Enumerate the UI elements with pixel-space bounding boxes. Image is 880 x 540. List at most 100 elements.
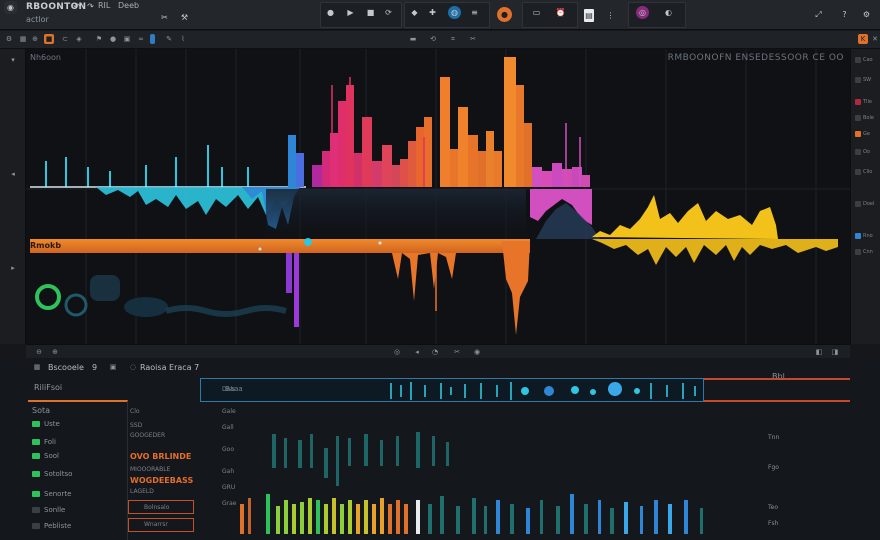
flag-icon[interactable]: ⚑ bbox=[94, 34, 104, 44]
lock-icon[interactable]: ▣ bbox=[122, 34, 132, 44]
redo-icon[interactable]: ↷ bbox=[84, 0, 97, 13]
menu-item-deeb[interactable]: Deeb bbox=[118, 1, 139, 10]
rp-swatch bbox=[855, 168, 861, 175]
gear-icon[interactable]: ⚙ bbox=[4, 34, 14, 44]
param-3[interactable]: OVO BRLINDE bbox=[130, 452, 191, 461]
expand-icon[interactable]: ⤢ bbox=[812, 8, 825, 21]
collapse-icon[interactable]: ▾ bbox=[8, 55, 18, 65]
rewind-icon[interactable]: ◎ bbox=[392, 347, 402, 357]
help-icon[interactable]: ? bbox=[838, 8, 851, 21]
param-column: Clo SSD GOOGEDER OVO BRLINDE MIOOORABLE … bbox=[128, 400, 198, 540]
rp-item-6[interactable]: Cllo bbox=[855, 167, 877, 176]
track-arrow-icon[interactable]: ▸ bbox=[8, 263, 18, 273]
globe-icon[interactable]: ◍ bbox=[448, 6, 461, 19]
green-ring[interactable] bbox=[35, 284, 61, 310]
rp-item-8[interactable]: Rno bbox=[855, 231, 877, 240]
preset-icon[interactable]: ◌ bbox=[128, 362, 138, 372]
cursor-icon[interactable]: ✚ bbox=[426, 6, 439, 19]
waveform-view[interactable]: Nh6oon RMBOONOFN ENSEDESSOOR CE OO Rmokb bbox=[26, 49, 850, 344]
clip-label: Rmokb bbox=[30, 241, 62, 250]
document-icon[interactable]: ▤ bbox=[584, 9, 594, 22]
alarm-icon[interactable]: ⏰ bbox=[554, 6, 567, 19]
rp-swatch bbox=[855, 148, 861, 155]
menu-item-ril[interactable]: RIL bbox=[98, 1, 110, 10]
tree-item-6[interactable]: Pebliste bbox=[32, 522, 71, 530]
mixer-icon[interactable]: ≡ bbox=[468, 6, 481, 19]
cut-icon[interactable]: ✂ bbox=[468, 34, 478, 44]
loop-icon[interactable]: ⟳ bbox=[382, 6, 395, 19]
forward-icon[interactable]: ◉ bbox=[472, 347, 482, 357]
track-select-icon[interactable]: ▣ bbox=[108, 362, 118, 372]
tree-item-2[interactable]: Sool bbox=[32, 452, 59, 460]
play-icon[interactable]: ▶ bbox=[344, 6, 357, 19]
mixer-header-label[interactable]: Bscooele bbox=[48, 363, 84, 372]
record-icon[interactable]: ● bbox=[324, 6, 337, 19]
rp-swatch bbox=[855, 56, 861, 63]
rp-item-9[interactable]: Cnn bbox=[855, 247, 877, 256]
tree-item-1[interactable]: Foli bbox=[32, 438, 56, 446]
rp-item-0[interactable]: Cao bbox=[855, 55, 877, 64]
rp-item-5[interactable]: Oo bbox=[855, 147, 877, 156]
zoom-icon[interactable]: ⊕ bbox=[30, 34, 40, 44]
cyan-marker[interactable] bbox=[304, 238, 312, 246]
accent-orange-icon[interactable]: K bbox=[858, 34, 868, 44]
track-icon[interactable]: ◂ bbox=[8, 169, 18, 179]
settings-icon[interactable]: ⚙ bbox=[860, 8, 873, 21]
pencil-icon[interactable]: ✎ bbox=[164, 34, 174, 44]
grid-icon[interactable]: ▦ bbox=[18, 34, 28, 44]
pin-icon[interactable]: ● bbox=[108, 34, 118, 44]
zoom-in-icon[interactable]: ⊕ bbox=[50, 347, 60, 357]
tree-item-3[interactable]: Sotoltso bbox=[32, 470, 72, 478]
preset-name[interactable]: Raoisa Eraca 7 bbox=[140, 363, 199, 372]
magnet-icon[interactable]: ⊂ bbox=[60, 34, 70, 44]
loop-region-icon[interactable]: ⟲ bbox=[428, 34, 438, 44]
app-logo-icon[interactable]: ◉ bbox=[4, 1, 17, 14]
rp-item-4[interactable]: Ge bbox=[855, 129, 877, 138]
rp-item-2[interactable]: Tlle bbox=[855, 97, 877, 106]
tag-icon[interactable]: ⌗ bbox=[448, 34, 458, 44]
brush-icon[interactable]: ⌇ bbox=[178, 34, 188, 44]
plugin-icon[interactable]: ◎ bbox=[636, 6, 649, 19]
close-icon[interactable]: ✕ bbox=[870, 34, 880, 44]
metronome-icon[interactable]: ◆ bbox=[408, 6, 421, 19]
back-icon[interactable]: ◂ bbox=[412, 347, 422, 357]
zoom-out-icon[interactable]: ⊖ bbox=[34, 347, 44, 357]
tree-item-5[interactable]: Sonlle bbox=[32, 506, 65, 514]
record-arm-icon[interactable]: ● bbox=[497, 7, 512, 22]
monitor-icon[interactable]: ▭ bbox=[530, 6, 543, 19]
rp-swatch bbox=[855, 98, 861, 105]
marker-left-icon[interactable]: ◧ bbox=[814, 347, 824, 357]
val-4: Gah bbox=[222, 468, 235, 475]
level-icon[interactable] bbox=[150, 34, 155, 44]
undo-icon[interactable]: ↶ bbox=[70, 0, 83, 13]
val-0: Dnls bbox=[222, 386, 236, 393]
marker-icon[interactable]: ◈ bbox=[74, 34, 84, 44]
tree-swatch bbox=[32, 523, 40, 529]
mixer-panel: ▦ Bscooele 9 ▣ ◌ Raoisa Eraca 7 RiliFsoi… bbox=[0, 358, 880, 540]
rp-item-3[interactable]: Bole bbox=[855, 113, 877, 122]
param-5[interactable]: WOGDEEBASS bbox=[130, 476, 193, 485]
param-7: Bolnsalo bbox=[144, 504, 170, 511]
scissors-icon[interactable]: ✂ bbox=[452, 347, 462, 357]
yellow-lower bbox=[592, 239, 838, 265]
snap-active-icon[interactable]: ■ bbox=[44, 34, 54, 44]
rp-item-7[interactable]: Doel bbox=[855, 199, 877, 208]
knob-icon[interactable]: ◐ bbox=[662, 6, 675, 19]
val-3: Goo bbox=[222, 446, 234, 453]
play-icon[interactable]: ◔ bbox=[430, 347, 440, 357]
link-icon[interactable]: ∞ bbox=[136, 34, 146, 44]
panel-icon[interactable]: ▦ bbox=[32, 362, 42, 372]
wrench-icon[interactable]: ⚒ bbox=[178, 11, 191, 24]
marker-right-icon[interactable]: ◨ bbox=[830, 347, 840, 357]
tools-icon[interactable]: ✂ bbox=[158, 11, 171, 24]
tree-item-0[interactable]: Uste bbox=[32, 420, 60, 428]
file-menu-icon[interactable]: ⋮ bbox=[604, 9, 617, 22]
rp-swatch bbox=[855, 200, 861, 207]
minus-icon[interactable]: ▬ bbox=[408, 34, 418, 44]
automation-lane[interactable]: Baaa bbox=[200, 378, 704, 402]
tree-swatch bbox=[32, 507, 40, 513]
rp-item-1[interactable]: SW bbox=[855, 75, 877, 84]
stop-icon[interactable]: ■ bbox=[364, 6, 377, 19]
tree-item-4[interactable]: Senorte bbox=[32, 490, 71, 498]
orange-band[interactable] bbox=[30, 239, 530, 253]
